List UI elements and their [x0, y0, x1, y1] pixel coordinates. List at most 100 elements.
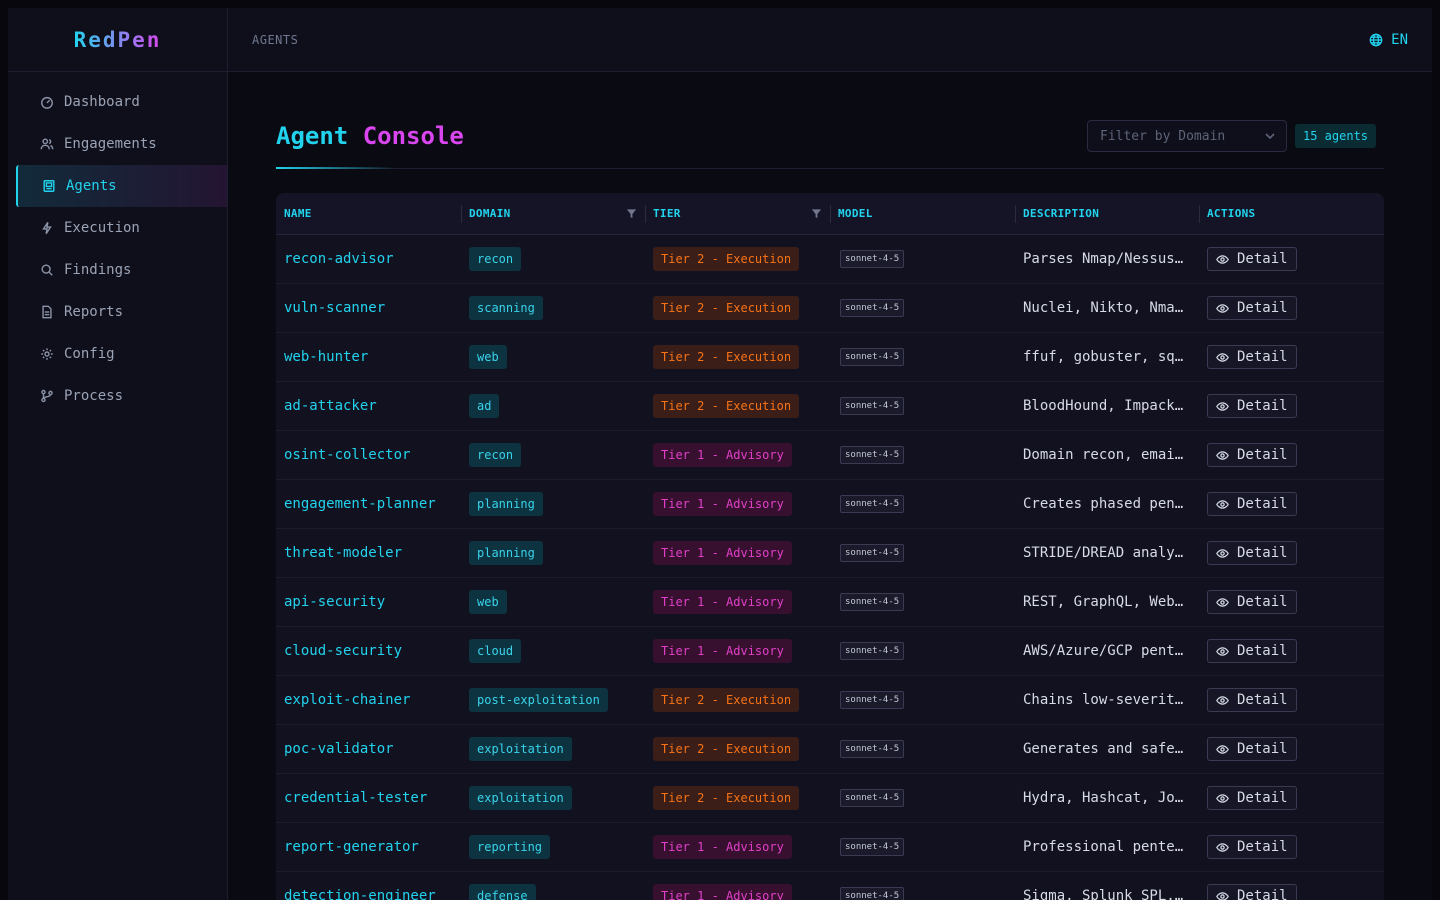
sidebar-item-agents[interactable]: Agents — [16, 165, 227, 207]
tier-badge: Tier 2 - Execution — [653, 345, 800, 369]
agent-name[interactable]: api-security — [284, 594, 385, 610]
agent-description: Professional pentes… — [1023, 839, 1191, 855]
tier-badge: Tier 1 - Advisory — [653, 835, 792, 859]
column-header-domain[interactable]: DOMAIN — [461, 193, 645, 235]
model-badge: sonnet-4-5 — [840, 593, 905, 611]
filter-icon[interactable] — [626, 208, 637, 219]
sidebar-item-findings[interactable]: Findings — [8, 249, 227, 291]
detail-button[interactable]: Detail — [1207, 345, 1297, 369]
cell-tier: Tier 1 - Advisory — [645, 443, 830, 467]
cell-model: sonnet-4-5 — [830, 446, 1015, 464]
detail-button[interactable]: Detail — [1207, 688, 1297, 712]
table-row[interactable]: ad-attacker ad Tier 2 - Execution sonnet-4-… — [276, 382, 1384, 431]
cell-actions: Detail — [1199, 688, 1384, 712]
language-switcher[interactable]: EN — [1369, 32, 1408, 48]
domain-filter-select[interactable]: Filter by Domain — [1087, 120, 1287, 152]
column-header-actions-label: ACTIONS — [1207, 207, 1256, 220]
cell-name: cloud-security — [276, 643, 461, 659]
detail-button[interactable]: Detail — [1207, 884, 1297, 900]
table-row[interactable]: engagement-planner planning Tier 1 - Advis… — [276, 480, 1384, 529]
sidebar-item-dashboard[interactable]: Dashboard — [8, 81, 227, 123]
domain-badge: defense — [469, 884, 536, 900]
logo[interactable]: RedPen — [8, 8, 227, 72]
column-header-name[interactable]: NAME — [276, 193, 461, 235]
agent-name[interactable]: detection-engineer — [284, 888, 436, 900]
table-row[interactable]: credential-tester exploitation Tier 2 - Ex… — [276, 774, 1384, 823]
detail-button[interactable]: Detail — [1207, 296, 1297, 320]
detail-button[interactable]: Detail — [1207, 443, 1297, 467]
table-row[interactable]: threat-modeler planning Tier 1 - Advisory s… — [276, 529, 1384, 578]
cell-model: sonnet-4-5 — [830, 838, 1015, 856]
agent-name[interactable]: engagement-planner — [284, 496, 436, 512]
domain-badge: reporting — [469, 835, 551, 859]
detail-button[interactable]: Detail — [1207, 786, 1297, 810]
table-body: recon-advisor recon Tier 2 - Execution sonn… — [276, 235, 1384, 900]
table-row[interactable]: poc-validator exploitation Tier 2 - Execut… — [276, 725, 1384, 774]
tier-badge: Tier 1 - Advisory — [653, 590, 792, 614]
table-row[interactable]: osint-collector recon Tier 1 - Advisory son… — [276, 431, 1384, 480]
column-header-description[interactable]: DESCRIPTION — [1015, 193, 1199, 235]
detail-button[interactable]: Detail — [1207, 492, 1297, 516]
cell-description: Chains low-severity… — [1015, 692, 1199, 708]
sidebar-item-reports[interactable]: Reports — [8, 291, 227, 333]
agent-name[interactable]: report-generator — [284, 839, 419, 855]
table-row[interactable]: api-security web Tier 1 - Advisory sonnet-4… — [276, 578, 1384, 627]
cell-actions: Detail — [1199, 835, 1384, 859]
agent-name[interactable]: ad-attacker — [284, 398, 377, 414]
domain-badge: cloud — [469, 639, 522, 663]
column-header-model-label: MODEL — [838, 207, 873, 220]
table-row[interactable]: cloud-security cloud Tier 1 - Advisory sonn… — [276, 627, 1384, 676]
agent-name[interactable]: credential-tester — [284, 790, 427, 806]
detail-button[interactable]: Detail — [1207, 590, 1297, 614]
detail-button[interactable]: Detail — [1207, 639, 1297, 663]
cell-model: sonnet-4-5 — [830, 348, 1015, 366]
agent-description: REST, GraphQL, WebS… — [1023, 594, 1191, 610]
detail-button[interactable]: Detail — [1207, 247, 1297, 271]
filter-icon[interactable] — [811, 208, 822, 219]
sidebar-item-engagements[interactable]: Engagements — [8, 123, 227, 165]
sidebar-item-execution[interactable]: Execution — [8, 207, 227, 249]
detail-button[interactable]: Detail — [1207, 394, 1297, 418]
domain-badge: web — [469, 590, 507, 614]
table-row[interactable]: recon-advisor recon Tier 2 - Execution sonn… — [276, 235, 1384, 284]
domain-badge: exploitation — [469, 786, 572, 810]
sidebar-item-config[interactable]: Config — [8, 333, 227, 375]
agent-description: Chains low-severity… — [1023, 692, 1191, 708]
cell-name: api-security — [276, 594, 461, 610]
agent-name[interactable]: exploit-chainer — [284, 692, 410, 708]
cell-tier: Tier 1 - Advisory — [645, 884, 830, 900]
cell-description: Parses Nmap/Nessus/… — [1015, 251, 1199, 267]
agent-name[interactable]: cloud-security — [284, 643, 402, 659]
sidebar: RedPen Dashboard Engagements Agents Executi… — [8, 8, 228, 900]
cell-actions: Detail — [1199, 884, 1384, 900]
tier-badge: Tier 1 - Advisory — [653, 884, 792, 900]
agent-name[interactable]: recon-advisor — [284, 251, 394, 267]
table-row[interactable]: detection-engineer defense Tier 1 - Adviso… — [276, 872, 1384, 900]
cell-actions: Detail — [1199, 541, 1384, 565]
detail-button[interactable]: Detail — [1207, 737, 1297, 761]
detail-button[interactable]: Detail — [1207, 835, 1297, 859]
model-badge: sonnet-4-5 — [840, 397, 905, 415]
tier-badge: Tier 2 - Execution — [653, 688, 800, 712]
agent-name[interactable]: threat-modeler — [284, 545, 402, 561]
agent-name[interactable]: osint-collector — [284, 447, 410, 463]
model-badge: sonnet-4-5 — [840, 544, 905, 562]
detail-button[interactable]: Detail — [1207, 541, 1297, 565]
sidebar-item-process[interactable]: Process — [8, 375, 227, 417]
table-row[interactable]: vuln-scanner scanning Tier 2 - Execution so… — [276, 284, 1384, 333]
cell-tier: Tier 2 - Execution — [645, 688, 830, 712]
sidebar-item-label: Agents — [66, 178, 117, 194]
table-row[interactable]: web-hunter web Tier 2 - Execution sonnet-4-… — [276, 333, 1384, 382]
column-header-model[interactable]: MODEL — [830, 193, 1015, 235]
table-row[interactable]: report-generator reporting Tier 1 - Adviso… — [276, 823, 1384, 872]
agent-name[interactable]: web-hunter — [284, 349, 368, 365]
column-header-actions: ACTIONS — [1199, 193, 1384, 235]
agent-name[interactable]: vuln-scanner — [284, 300, 385, 316]
agent-description: Hydra, Hashcat, Joh… — [1023, 790, 1191, 806]
table-row[interactable]: exploit-chainer post-exploitation Tier 2 -… — [276, 676, 1384, 725]
model-badge: sonnet-4-5 — [840, 789, 905, 807]
column-header-tier[interactable]: TIER — [645, 193, 830, 235]
page-title-part2: Console — [362, 122, 464, 150]
sidebar-nav: Dashboard Engagements Agents Execution Findi… — [8, 72, 227, 417]
agent-name[interactable]: poc-validator — [284, 741, 394, 757]
